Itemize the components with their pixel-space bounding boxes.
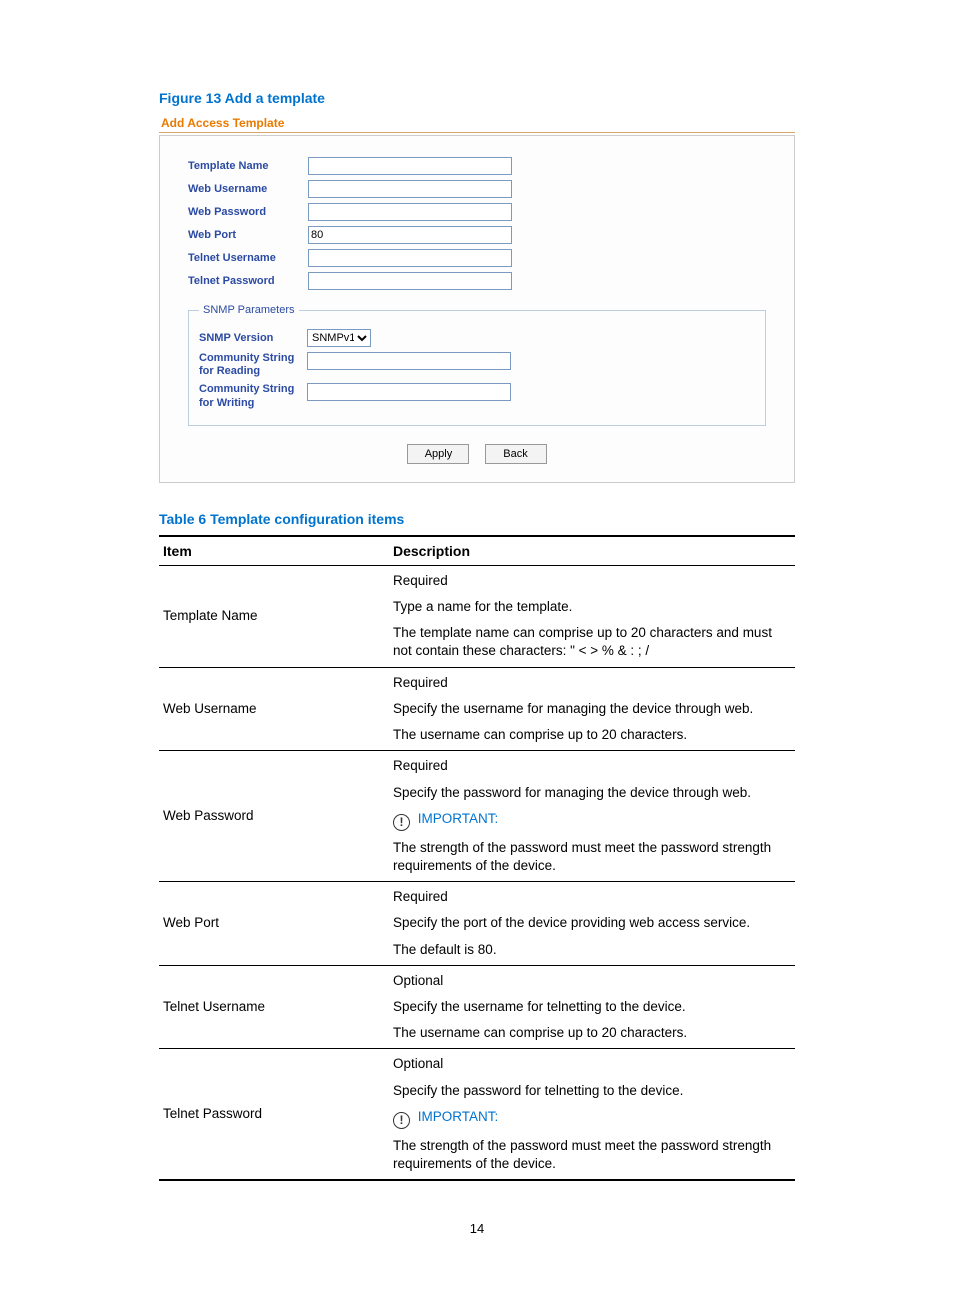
desc-line: Required: [393, 884, 791, 910]
table-desc: RequiredSpecify the port of the device p…: [389, 882, 795, 966]
label-template-name: Template Name: [188, 160, 308, 172]
page-number: 14: [0, 1221, 954, 1236]
th-item: Item: [159, 536, 389, 566]
label-snmp-version: SNMP Version: [199, 332, 307, 344]
table-desc: RequiredSpecify the username for managin…: [389, 667, 795, 751]
table-desc: OptionalSpecify the username for telnett…: [389, 965, 795, 1049]
th-desc: Description: [389, 536, 795, 566]
label-snmp-read: Community String for Reading: [199, 352, 307, 378]
table-desc: RequiredType a name for the template.The…: [389, 565, 795, 667]
snmp-fieldset: SNMP Parameters SNMP Version SNMPv1 Comm…: [188, 304, 766, 426]
desc-line: Specify the password for managing the de…: [393, 780, 791, 806]
label-telnet-username: Telnet Username: [188, 252, 308, 264]
desc-line: Optional: [393, 968, 791, 994]
label-web-port: Web Port: [188, 229, 308, 241]
web-port-input[interactable]: [308, 226, 512, 244]
desc-line: The username can comprise up to 20 chara…: [393, 1020, 791, 1046]
snmp-write-input[interactable]: [307, 383, 511, 401]
telnet-password-input[interactable]: [308, 272, 512, 290]
back-button[interactable]: Back: [485, 444, 547, 464]
desc-line: The username can comprise up to 20 chara…: [393, 722, 791, 748]
divider: [159, 132, 795, 133]
template-name-input[interactable]: [308, 157, 512, 175]
table-item: Template Name: [159, 565, 389, 667]
table-item: Web Password: [159, 751, 389, 882]
snmp-legend: SNMP Parameters: [199, 304, 299, 316]
label-telnet-password: Telnet Password: [188, 275, 308, 287]
snmp-version-select[interactable]: SNMPv1: [307, 329, 371, 347]
desc-line: Required: [393, 568, 791, 594]
table-item: Telnet Password: [159, 1049, 389, 1180]
snmp-read-input[interactable]: [307, 352, 511, 370]
label-web-username: Web Username: [188, 183, 308, 195]
table-item: Web Port: [159, 882, 389, 966]
config-table: Item Description Template NameRequiredTy…: [159, 535, 795, 1182]
apply-button[interactable]: Apply: [407, 444, 469, 464]
important-callout: ! IMPORTANT:: [393, 1104, 791, 1133]
alert-icon: !: [393, 814, 410, 831]
desc-line: The template name can comprise up to 20 …: [393, 620, 791, 664]
desc-line: Type a name for the template.: [393, 594, 791, 620]
form-title: Add Access Template: [159, 112, 795, 132]
desc-line: The default is 80.: [393, 937, 791, 963]
screenshot-panel: Add Access Template Template Name Web Us…: [159, 112, 795, 483]
desc-line: Specify the username for telnetting to t…: [393, 994, 791, 1020]
desc-line: The strength of the password must meet t…: [393, 1133, 791, 1177]
table-item: Telnet Username: [159, 965, 389, 1049]
desc-line: Specify the username for managing the de…: [393, 696, 791, 722]
table-caption: Table 6 Template configuration items: [159, 511, 795, 527]
desc-line: Specify the password for telnetting to t…: [393, 1078, 791, 1104]
web-password-input[interactable]: [308, 203, 512, 221]
label-snmp-write: Community String for Writing: [199, 383, 307, 409]
figure-caption: Figure 13 Add a template: [159, 90, 795, 106]
desc-line: Optional: [393, 1051, 791, 1077]
desc-line: Required: [393, 670, 791, 696]
desc-line: Required: [393, 753, 791, 779]
table-item: Web Username: [159, 667, 389, 751]
desc-line: Specify the port of the device providing…: [393, 910, 791, 936]
web-username-input[interactable]: [308, 180, 512, 198]
alert-icon: !: [393, 1112, 410, 1129]
important-callout: ! IMPORTANT:: [393, 806, 791, 835]
desc-line: The strength of the password must meet t…: [393, 835, 791, 879]
telnet-username-input[interactable]: [308, 249, 512, 267]
table-desc: OptionalSpecify the password for telnett…: [389, 1049, 795, 1180]
label-web-password: Web Password: [188, 206, 308, 218]
table-desc: RequiredSpecify the password for managin…: [389, 751, 795, 882]
